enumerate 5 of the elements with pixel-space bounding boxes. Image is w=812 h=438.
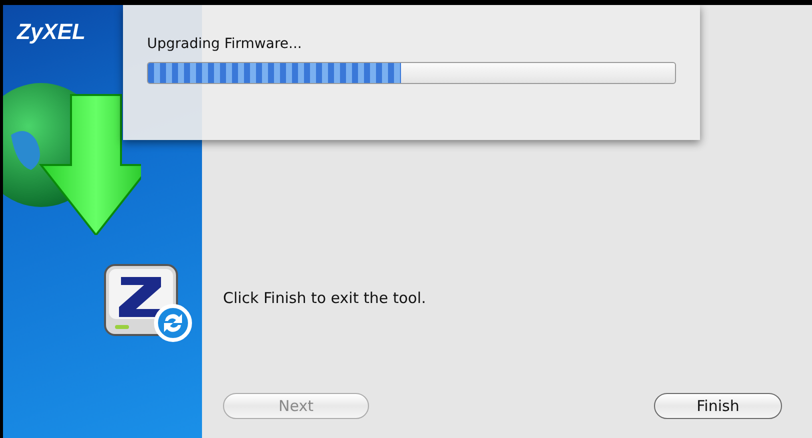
finish-button[interactable]: Finish (654, 393, 782, 419)
progress-title: Upgrading Firmware... (147, 36, 303, 52)
instruction-text: Click Finish to exit the tool. (223, 289, 428, 307)
brand-logo: ZyXEL (17, 19, 86, 45)
drive-sync-icon (103, 263, 193, 343)
